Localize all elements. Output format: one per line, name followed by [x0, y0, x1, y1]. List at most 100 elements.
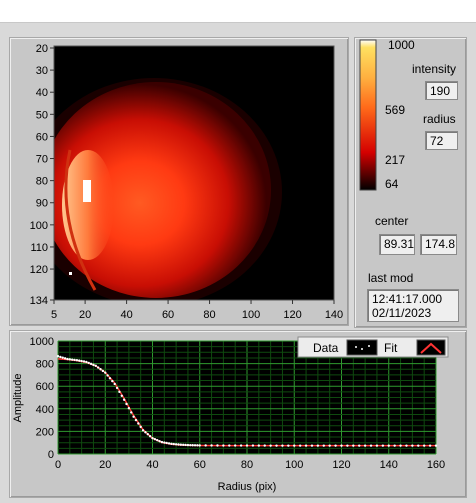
x-tick-label: 40: [146, 459, 158, 471]
data-point: [148, 435, 152, 438]
legend-data-dot: [361, 348, 363, 350]
data-point: [281, 444, 284, 447]
legend-data-dot: [368, 345, 370, 347]
data-point: [113, 382, 116, 386]
data-point: [144, 431, 147, 434]
data-point: [251, 444, 255, 447]
data-point: [68, 358, 72, 361]
data-point: [184, 443, 187, 447]
x-tick-label: 80: [241, 459, 253, 471]
data-point: [334, 444, 337, 447]
data-point: [434, 444, 438, 447]
data-point: [75, 359, 79, 362]
data-point: [298, 444, 302, 447]
data-point: [167, 442, 171, 445]
data-point: [73, 358, 76, 362]
data-point: [78, 359, 81, 362]
data-point: [127, 407, 131, 410]
data-point: [59, 355, 62, 359]
legend-fit-label: Fit: [384, 341, 398, 355]
application-window: 20 30 40 50 60 70 80 90 100 110 120 134 5 20 40 60 80 10…: [0, 0, 476, 503]
y-tick-label: 400: [36, 404, 54, 416]
data-point: [428, 444, 432, 447]
data-point: [111, 379, 114, 383]
y-tick-label: 800: [36, 359, 54, 371]
legend-data-dot: [355, 346, 357, 348]
data-point: [346, 444, 349, 447]
data-point: [239, 444, 243, 447]
data-point: [137, 422, 140, 425]
amplitude-chart[interactable]: 0 20 40 60 80 100 120 140 160 02004006008001000 …: [0, 0, 476, 503]
data-point: [104, 371, 107, 374]
data-point: [417, 444, 420, 447]
data-point: [263, 444, 266, 447]
data-point: [222, 444, 225, 447]
data-point: [189, 443, 192, 447]
data-point: [322, 444, 325, 447]
data-point: [163, 441, 166, 444]
data-point: [287, 444, 290, 447]
data-point: [106, 374, 109, 377]
data-point: [130, 411, 133, 414]
data-point: [411, 444, 414, 447]
data-point: [172, 442, 175, 446]
data-point: [186, 443, 190, 447]
data-point: [115, 386, 119, 390]
data-point: [174, 443, 178, 446]
legend-data-label: Data: [313, 341, 339, 355]
data-point: [153, 437, 157, 441]
data-point: [210, 444, 213, 447]
data-point: [399, 444, 402, 447]
data-point: [196, 444, 199, 447]
data-point: [179, 443, 183, 446]
data-point: [160, 440, 164, 444]
data-point: [275, 444, 278, 447]
data-point: [146, 433, 149, 436]
data-point: [216, 444, 219, 447]
data-point: [405, 444, 408, 447]
data-point: [375, 444, 379, 447]
y-tick-label: 1000: [30, 336, 54, 348]
data-point: [352, 444, 355, 447]
x-tick-label: 120: [332, 459, 350, 471]
x-tick-label: 0: [55, 459, 61, 471]
x-tick-label: 60: [194, 459, 206, 471]
chart-x-axis: 0 20 40 60 80 100 120 140 160: [55, 459, 445, 471]
data-point: [56, 355, 60, 358]
data-point: [358, 444, 361, 447]
data-point: [92, 363, 95, 367]
data-point: [204, 444, 207, 447]
y-axis-label: Amplitude: [12, 374, 24, 423]
data-point: [191, 444, 194, 447]
x-tick-label: 140: [380, 459, 398, 471]
data-point: [422, 444, 426, 447]
data-point: [381, 444, 385, 447]
data-point: [293, 444, 296, 447]
y-tick-label: 200: [36, 426, 54, 438]
chart-y-axis: 0 200 400 600 800 1000: [30, 336, 54, 461]
data-point: [99, 368, 102, 371]
data-point: [269, 444, 272, 447]
data-point: [132, 415, 135, 418]
data-point: [156, 438, 159, 442]
data-point: [177, 443, 180, 446]
data-point: [165, 441, 168, 445]
data-point: [245, 444, 249, 447]
x-tick-label: 160: [427, 459, 445, 471]
data-point: [228, 444, 231, 447]
data-point: [193, 444, 197, 447]
data-point: [63, 357, 67, 360]
data-point: [304, 444, 308, 447]
data-point: [66, 357, 69, 361]
data-point: [80, 359, 83, 363]
data-point: [87, 361, 90, 365]
data-point: [328, 444, 331, 447]
data-point: [122, 398, 126, 401]
data-point: [316, 444, 320, 447]
data-point: [158, 439, 161, 443]
data-point: [257, 444, 261, 447]
data-point: [139, 425, 142, 429]
data-point: [170, 442, 173, 446]
data-point: [85, 360, 88, 364]
x-tick-label: 100: [285, 459, 303, 471]
